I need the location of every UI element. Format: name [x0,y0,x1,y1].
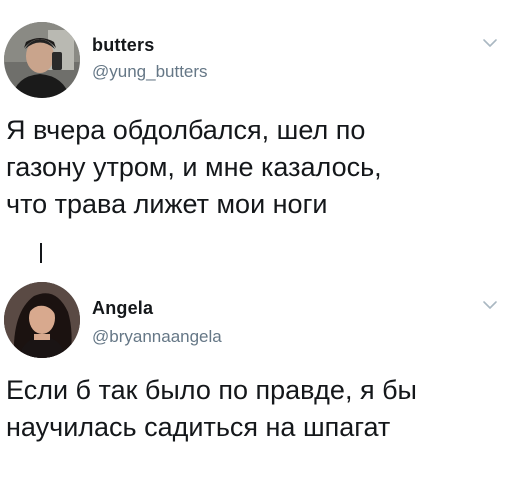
display-name[interactable]: butters [92,35,154,56]
chevron-down-icon[interactable] [482,36,498,48]
user-handle[interactable]: @yung_butters [92,62,208,82]
avatar[interactable] [4,22,80,98]
thread-divider [40,243,42,263]
chevron-down-icon[interactable] [482,298,498,310]
avatar[interactable] [4,282,80,358]
avatar-photo [4,22,80,98]
tweet-text: Если б так было по правде, я бы научилас… [6,375,417,442]
user-handle[interactable]: @bryannaangela [92,327,222,347]
avatar-photo [4,282,80,358]
display-name[interactable]: Angela [92,298,153,319]
tweet-text: Я вчера обдолбался, шел по газону утром,… [6,115,382,219]
